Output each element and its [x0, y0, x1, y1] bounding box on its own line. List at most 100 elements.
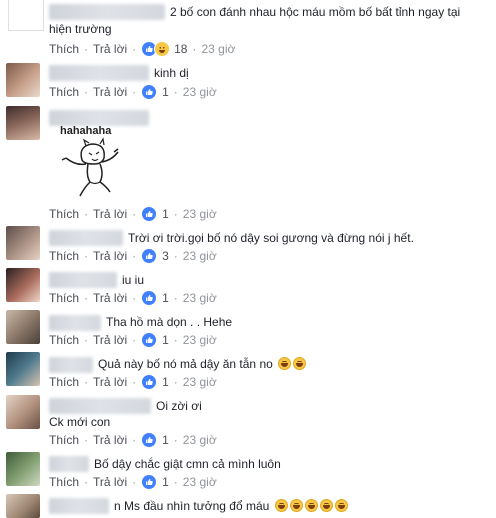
- reply-link[interactable]: Trả lời: [93, 85, 127, 99]
- timestamp[interactable]: 23 giờ: [183, 433, 217, 447]
- comment-text: Trời ơi trời.gọi bố nó dậy soi gương và …: [128, 231, 414, 245]
- avatar[interactable]: [6, 494, 40, 518]
- separator: ·: [173, 375, 178, 389]
- reaction-count[interactable]: 1: [162, 433, 169, 447]
- reply-link[interactable]: Trả lời: [93, 375, 127, 389]
- avatar[interactable]: [6, 452, 40, 486]
- avatar[interactable]: [8, 0, 44, 31]
- separator: ·: [84, 207, 89, 221]
- timestamp[interactable]: 23 giờ: [183, 291, 217, 305]
- separator: ·: [132, 207, 137, 221]
- commenter-name[interactable]: [49, 65, 149, 81]
- like-reaction-icon[interactable]: [141, 248, 158, 264]
- commenter-name[interactable]: [49, 456, 89, 472]
- reply-link[interactable]: Trả lời: [93, 42, 127, 56]
- laughing-emoji-icon: [319, 499, 333, 512]
- laughing-emoji-icon: [278, 357, 292, 370]
- timestamp[interactable]: 23 giờ: [183, 475, 217, 489]
- separator: ·: [192, 42, 197, 56]
- commenter-name[interactable]: [49, 398, 151, 414]
- like-link[interactable]: Thích: [49, 207, 79, 221]
- comment-text-body: n Ms đầu nhìn tưởng đổ máu: [114, 499, 270, 513]
- separator: ·: [84, 433, 89, 447]
- timestamp[interactable]: 23 giờ: [183, 249, 217, 263]
- reaction-count[interactable]: 1: [162, 333, 169, 347]
- avatar[interactable]: [6, 310, 40, 344]
- avatar[interactable]: [6, 106, 40, 140]
- like-reaction-icon[interactable]: [141, 474, 158, 490]
- comment-actions: Thích · Trả lời · 1 · 23 giờ: [49, 374, 217, 390]
- separator: ·: [132, 85, 137, 99]
- timestamp[interactable]: 23 giờ: [183, 333, 217, 347]
- comment-actions: Thích · Trả lời · 1 · 23 giờ: [49, 432, 217, 448]
- laughing-emoji-icon: [304, 499, 318, 512]
- comment-text: kinh dị: [154, 66, 189, 80]
- reaction-count[interactable]: 18: [174, 42, 187, 56]
- like-link[interactable]: Thích: [49, 249, 79, 263]
- hahahaha-bear-sticker[interactable]: hahahaha: [56, 122, 136, 202]
- laughing-emoji-icon: [274, 499, 288, 512]
- laughing-emoji-icon: [293, 357, 307, 370]
- like-reaction-icon[interactable]: [141, 432, 158, 448]
- avatar[interactable]: [6, 63, 40, 97]
- separator: ·: [132, 375, 137, 389]
- like-link[interactable]: Thích: [49, 375, 79, 389]
- reaction-count[interactable]: 1: [162, 207, 169, 221]
- timestamp[interactable]: 23 giờ: [201, 42, 235, 56]
- commenter-name[interactable]: [49, 357, 93, 373]
- like-reaction-icon[interactable]: [141, 206, 158, 222]
- laughing-emoji-icon: [289, 499, 303, 512]
- separator: ·: [132, 475, 137, 489]
- reply-link[interactable]: Trả lời: [93, 249, 127, 263]
- reply-link[interactable]: Trả lời: [93, 433, 127, 447]
- reply-link[interactable]: Trả lời: [93, 207, 127, 221]
- reaction-count[interactable]: 3: [162, 249, 169, 263]
- separator: ·: [132, 42, 137, 56]
- like-reaction-icon[interactable]: [141, 332, 158, 348]
- reaction-count[interactable]: 1: [162, 475, 169, 489]
- avatar[interactable]: [6, 226, 40, 260]
- separator: ·: [84, 291, 89, 305]
- like-link[interactable]: Thích: [49, 42, 79, 56]
- timestamp[interactable]: 23 giờ: [183, 85, 217, 99]
- avatar[interactable]: [6, 395, 40, 429]
- like-link[interactable]: Thích: [49, 433, 79, 447]
- reaction-count[interactable]: 1: [162, 375, 169, 389]
- comment-text-body: Quả này bố nó mả dậy ăn tẫn no: [98, 357, 273, 371]
- like-link[interactable]: Thích: [49, 475, 79, 489]
- commenter-name[interactable]: [49, 498, 109, 514]
- avatar[interactable]: [6, 352, 40, 386]
- like-reaction-icon[interactable]: [141, 84, 158, 100]
- like-reaction-icon[interactable]: [141, 290, 158, 306]
- timestamp[interactable]: 23 giờ: [183, 207, 217, 221]
- haha-reaction-icon[interactable]: [154, 41, 171, 57]
- separator: ·: [84, 249, 89, 263]
- like-link[interactable]: Thích: [49, 291, 79, 305]
- timestamp[interactable]: 23 giờ: [183, 375, 217, 389]
- commenter-name[interactable]: [49, 4, 165, 20]
- like-link[interactable]: Thích: [49, 85, 79, 99]
- reaction-count[interactable]: 1: [162, 85, 169, 99]
- separator: ·: [84, 42, 89, 56]
- separator: ·: [132, 291, 137, 305]
- reply-link[interactable]: Trả lời: [93, 291, 127, 305]
- separator: ·: [173, 333, 178, 347]
- separator: ·: [84, 475, 89, 489]
- comment-text: n Ms đầu nhìn tưởng đổ máu: [114, 497, 348, 515]
- separator: ·: [132, 333, 137, 347]
- comment-actions: Thích · Trả lời · 3 · 23 giờ: [49, 248, 217, 264]
- comment-text-line2: hiện trường: [49, 22, 112, 36]
- commenter-name[interactable]: [49, 272, 117, 288]
- separator: ·: [173, 433, 178, 447]
- separator: ·: [173, 291, 178, 305]
- like-reaction-icon[interactable]: [141, 374, 158, 390]
- commenter-name[interactable]: [49, 315, 101, 331]
- avatar[interactable]: [6, 268, 40, 302]
- commenter-name[interactable]: [49, 230, 123, 246]
- like-link[interactable]: Thích: [49, 333, 79, 347]
- reply-link[interactable]: Trả lời: [93, 333, 127, 347]
- sticker-text: hahahaha: [60, 125, 112, 137]
- reaction-count[interactable]: 1: [162, 291, 169, 305]
- comment-text: Tha hồ mà dọn . . Hehe: [106, 315, 233, 329]
- reply-link[interactable]: Trả lời: [93, 475, 127, 489]
